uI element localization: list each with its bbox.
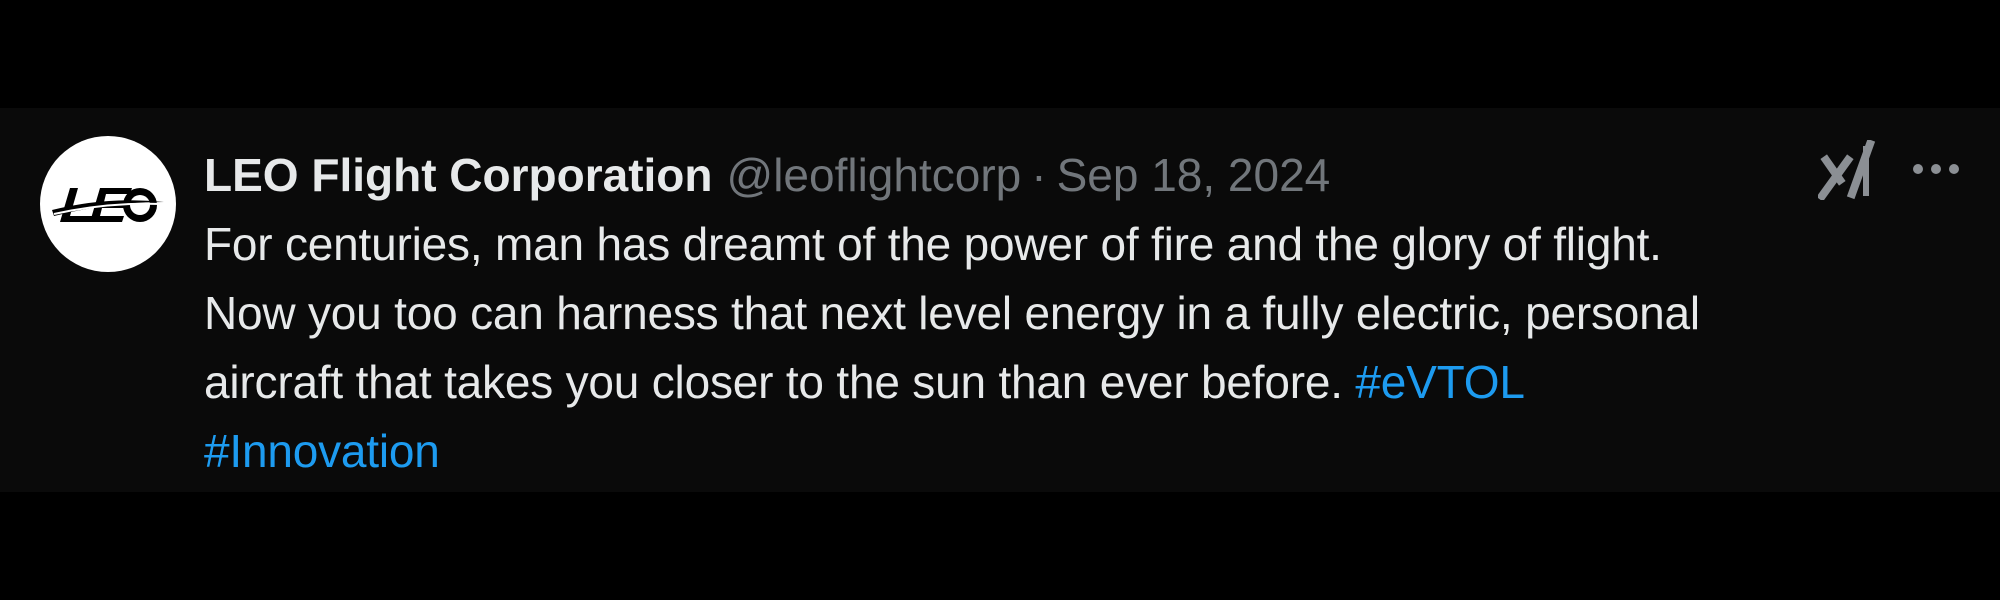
more-options-icon[interactable] bbox=[1910, 154, 1962, 184]
avatar[interactable] bbox=[40, 136, 176, 272]
hashtag-link[interactable]: #Innovation bbox=[204, 425, 440, 477]
tweet-header: LEO Flight Corporation @leoflightcorp · Sep… bbox=[204, 144, 1330, 206]
author-display-name[interactable]: LEO Flight Corporation bbox=[204, 149, 713, 201]
leo-logo-icon bbox=[52, 188, 164, 222]
hashtag-link[interactable]: #eVTOL bbox=[1355, 356, 1524, 408]
post-date[interactable]: Sep 18, 2024 bbox=[1057, 149, 1331, 201]
tweet-text: For centuries, man has dreamt of the pow… bbox=[204, 210, 1964, 486]
tweet-card[interactable]: LEO Flight Corporation @leoflightcorp · Sep… bbox=[0, 108, 2000, 492]
header-separator: · bbox=[1031, 149, 1047, 201]
author-handle[interactable]: @leoflightcorp bbox=[727, 149, 1022, 201]
grok-icon[interactable] bbox=[1816, 138, 1876, 202]
